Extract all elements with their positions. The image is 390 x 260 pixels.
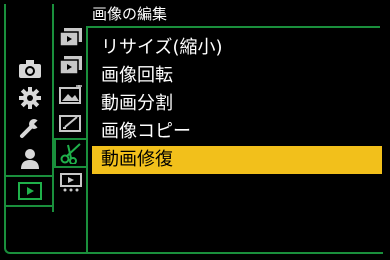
menu-list: リサイズ(縮小) 画像回転 動画分割 画像コピー 動画修復 — [92, 34, 382, 174]
menu-item-copy[interactable]: 画像コピー — [92, 118, 382, 146]
person-icon[interactable] — [14, 144, 46, 172]
playback-mode-icon[interactable] — [56, 24, 86, 50]
menu-item-rotate[interactable]: 画像回転 — [92, 62, 382, 90]
subtab-divider — [52, 4, 54, 212]
add-edit-info-icon[interactable] — [56, 82, 86, 108]
playback-icon[interactable] — [14, 177, 46, 205]
gear-icon[interactable] — [14, 84, 46, 112]
menu-item-video-divide[interactable]: 動画分割 — [92, 90, 382, 118]
menu-item-video-repair[interactable]: 動画修復 — [92, 146, 382, 174]
menu-title: 画像の編集 — [92, 5, 168, 23]
menu-item-resize[interactable]: リサイズ(縮小) — [92, 34, 382, 62]
playback-process-icon[interactable] — [56, 52, 86, 78]
camera-icon[interactable] — [14, 55, 46, 83]
wrench-icon[interactable] — [14, 114, 46, 142]
category-column — [0, 0, 52, 260]
edit-text-icon[interactable] — [56, 110, 86, 136]
edit-image-icon[interactable] — [56, 140, 86, 166]
others-icon[interactable] — [56, 170, 86, 196]
